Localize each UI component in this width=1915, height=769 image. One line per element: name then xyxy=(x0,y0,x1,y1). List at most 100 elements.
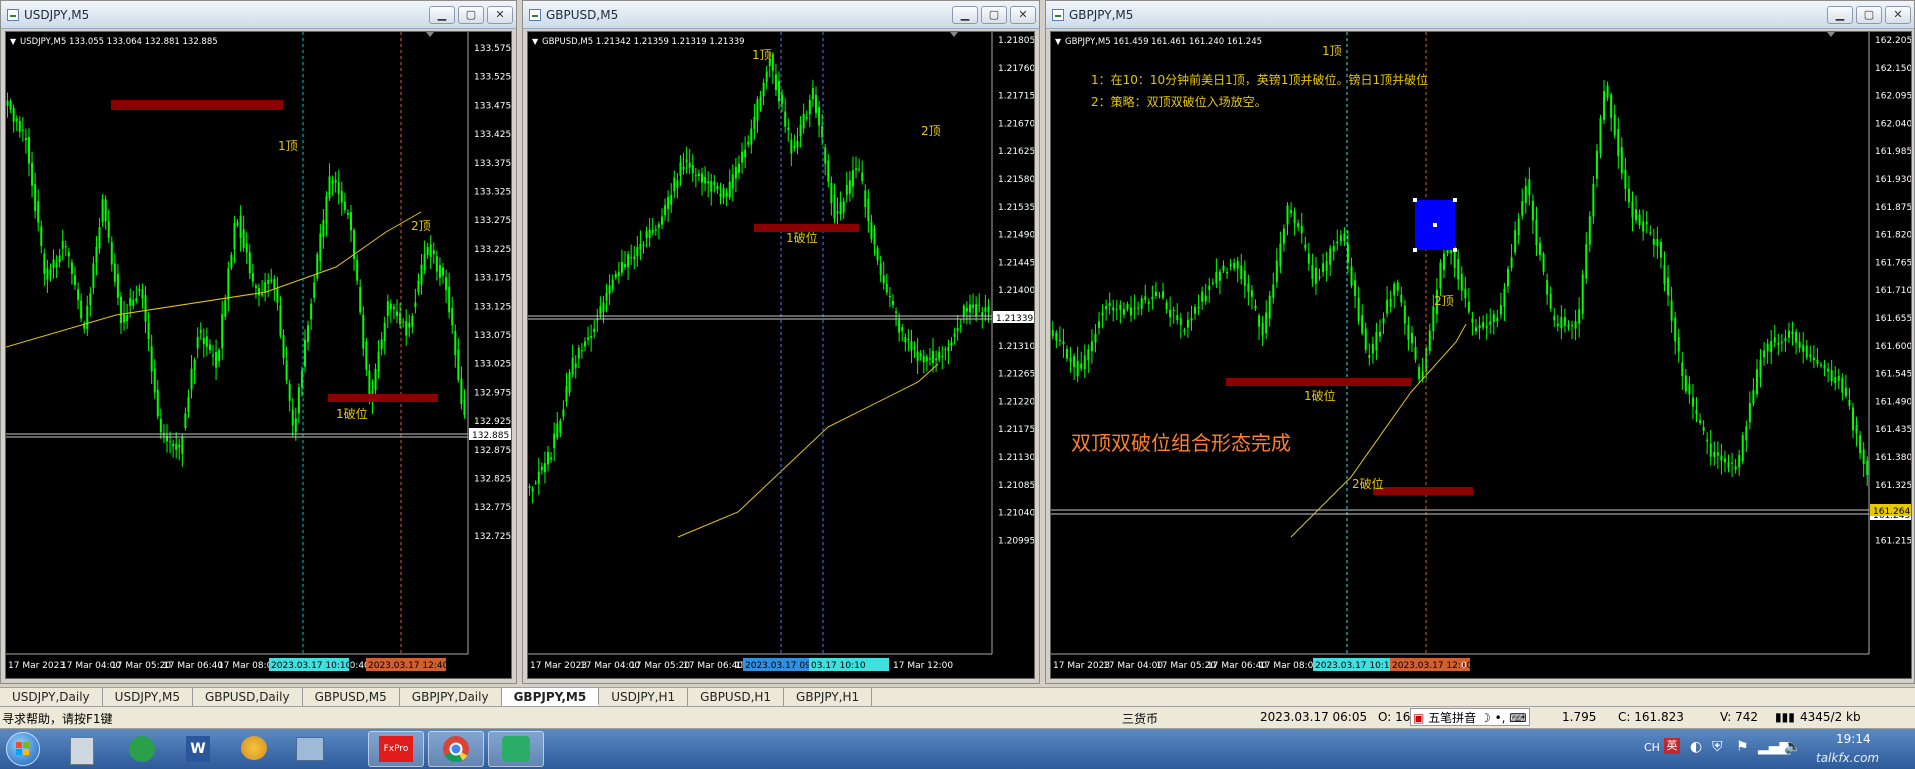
status-high: 1.795 xyxy=(1562,710,1597,724)
wechat-taskbar-button[interactable] xyxy=(488,731,544,767)
candle-body xyxy=(1670,300,1673,321)
candle-body xyxy=(1080,363,1083,369)
maximize-button[interactable]: ▢ xyxy=(458,5,484,24)
tray-icon-1[interactable]: ◐ xyxy=(1690,739,1702,755)
candle-body xyxy=(21,129,24,131)
ime-moon-icon[interactable]: ☽ •, ⌨ xyxy=(1480,711,1527,725)
app-taskbar-button[interactable] xyxy=(114,731,170,767)
language-indicator[interactable]: CH xyxy=(1644,741,1660,754)
ime-toolbar[interactable]: ▣ 五笔拼音 ☽ •, ⌨ xyxy=(1410,708,1530,726)
candle-body xyxy=(248,252,251,274)
chart-tab[interactable]: USDJPY,Daily xyxy=(0,688,103,706)
window-titlebar[interactable]: GBPUSD,M5 ▁ ▢ ✕ xyxy=(523,1,1039,29)
window-titlebar[interactable]: GBPJPY,M5 ▁ ▢ ✕ xyxy=(1046,1,1914,29)
candle-body xyxy=(679,162,682,176)
candle-body xyxy=(1250,290,1253,297)
calculator-taskbar-button[interactable] xyxy=(54,731,110,767)
network-taskbar-button[interactable] xyxy=(282,731,338,767)
candle-body xyxy=(1734,466,1737,470)
candle-body xyxy=(1122,309,1125,315)
chart-tab[interactable]: GBPJPY,M5 xyxy=(501,688,600,706)
candle-body xyxy=(297,387,300,414)
chart-tab[interactable]: GBPUSD,Daily xyxy=(193,688,303,706)
candle-body xyxy=(362,314,365,349)
candle-body xyxy=(1371,343,1374,354)
price-tick-label: 161.655 xyxy=(1875,314,1911,324)
chart-window-gbpjpy[interactable]: GBPJPY,M5 ▁ ▢ ✕ 162.205 162.150 162.095 162… xyxy=(1045,0,1915,684)
candle-body xyxy=(420,264,423,285)
candle-body xyxy=(414,302,417,307)
chart-plot-area[interactable]: 1.21805 1.21760 1.21715 1.21670 1.21625 1.215… xyxy=(527,31,1639,679)
windows-taskbar: W FxPro CH 英 ◐ ⛨ ⚑ ▂▄▆ 🔈 19:14 talkfx.co… xyxy=(0,729,1915,769)
candle-body xyxy=(587,337,590,340)
chart-window-gbpusd[interactable]: GBPUSD,M5 ▁ ▢ ✕ 1.21805 1.21760 1.21715 1.2… xyxy=(522,0,1639,684)
minimize-button[interactable]: ▁ xyxy=(1827,5,1853,24)
window-titlebar[interactable]: USDJPY,M5 ▁ ▢ ✕ xyxy=(1,1,516,29)
price-tick-label: 133.025 xyxy=(474,360,511,370)
chart-tab[interactable]: GBPUSD,H1 xyxy=(688,688,785,706)
chart-tab[interactable]: USDJPY,M5 xyxy=(103,688,193,706)
price-tick-label: 1.21085 xyxy=(998,481,1034,491)
maximize-button[interactable]: ▢ xyxy=(1856,5,1882,24)
usdjpy-chart[interactable]: 133.575 133.525 133.475 133.425 133.375 133.3… xyxy=(5,32,1115,678)
candle-body xyxy=(304,339,306,367)
pattern-label: 2破位 xyxy=(1352,476,1384,491)
candle-body xyxy=(1677,337,1680,352)
chart-plot-area[interactable]: 133.575 133.525 133.475 133.425 133.375 133.3… xyxy=(5,31,1115,679)
clock[interactable]: 19:14 xyxy=(1836,732,1871,746)
chart-tab[interactable]: GBPJPY,Daily xyxy=(400,688,502,706)
price-tick-label: 132.975 xyxy=(474,388,511,398)
minimize-button[interactable]: ▁ xyxy=(429,5,455,24)
gbpusd-chart[interactable]: 1.21805 1.21760 1.21715 1.21670 1.21625 1.215… xyxy=(528,32,1639,678)
chart-window-usdjpy[interactable]: USDJPY,M5 ▁ ▢ ✕ 133.575 133.525 133.475 133… xyxy=(0,0,1115,684)
candle-body xyxy=(1201,291,1204,302)
candle-body xyxy=(1578,309,1581,324)
candle-body xyxy=(1055,332,1058,341)
candle-body xyxy=(1322,263,1325,273)
candle-body xyxy=(941,355,944,357)
candle-body xyxy=(1656,238,1659,247)
candle-body xyxy=(1844,387,1847,397)
fxpro-taskbar-button[interactable]: FxPro xyxy=(368,731,424,767)
candle-body xyxy=(1748,402,1751,423)
ime-tray-icon[interactable]: 英 xyxy=(1664,738,1680,754)
candle-body xyxy=(685,159,688,163)
candle-body xyxy=(251,273,254,282)
dropdown-arrow-icon: ▼ xyxy=(532,37,539,46)
close-button[interactable]: ✕ xyxy=(487,5,513,24)
profile-name[interactable]: 三货币 xyxy=(1122,710,1158,727)
maximize-button[interactable]: ▢ xyxy=(981,5,1007,24)
volume-icon[interactable]: 🔈 xyxy=(1784,739,1801,755)
candle-body xyxy=(741,151,744,163)
paint-taskbar-button[interactable] xyxy=(226,731,282,767)
minimize-button[interactable]: ▁ xyxy=(952,5,978,24)
flag-icon[interactable]: ⚑ xyxy=(1736,739,1749,755)
price-tick-label: 132.925 xyxy=(474,417,511,427)
gbpjpy-chart[interactable]: 162.205 162.150 162.095 162.040 161.985 161.9… xyxy=(1051,32,1915,678)
start-button[interactable] xyxy=(6,732,40,766)
candle-body xyxy=(624,264,627,267)
price-tick-label: 133.325 xyxy=(474,188,511,198)
close-button[interactable]: ✕ xyxy=(1885,5,1911,24)
candle-body xyxy=(218,350,221,361)
chart-tab[interactable]: GBPJPY,H1 xyxy=(784,688,873,706)
candle-body xyxy=(1090,341,1093,352)
candle-body xyxy=(1592,183,1595,217)
chart-tab[interactable]: GBPUSD,M5 xyxy=(303,688,400,706)
shield-icon[interactable]: ⛨ xyxy=(1712,739,1723,755)
candle-body xyxy=(1475,327,1478,332)
watermark: talkfx.com xyxy=(1816,751,1880,765)
candle-body xyxy=(392,306,395,309)
chrome-taskbar-button[interactable] xyxy=(428,731,484,767)
candle-body xyxy=(1208,285,1211,290)
chart-plot-area[interactable]: 162.205 162.150 162.095 162.040 161.985 161.9… xyxy=(1050,31,1915,679)
candle-body xyxy=(599,306,602,315)
candle-body xyxy=(435,256,438,272)
candle-body xyxy=(1741,435,1744,462)
chart-tab[interactable]: USDJPY,H1 xyxy=(599,688,689,706)
word-taskbar-button[interactable]: W xyxy=(170,731,226,767)
chart-window-icon xyxy=(1052,8,1064,21)
time-tick-label: 17 Mar 2023 xyxy=(530,661,587,671)
close-button[interactable]: ✕ xyxy=(1010,5,1036,24)
candle-body xyxy=(1606,85,1609,98)
